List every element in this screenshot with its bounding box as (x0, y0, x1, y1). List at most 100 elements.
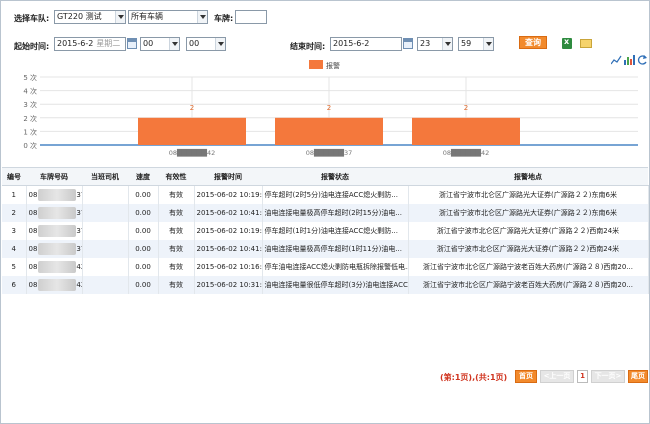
plate-redaction (38, 278, 77, 291)
alarm-time-cell: 2015-06-02 10:41:14 (194, 239, 263, 258)
speed-cell: 0.00 (128, 185, 159, 204)
last-page-button[interactable]: 尾页 (628, 370, 648, 383)
validity-cell: 有效 (158, 203, 195, 222)
table-row[interactable]: 208 37 0.00有效2015-06-02 10:41:14油电连接电量极高停车… (2, 203, 649, 222)
alarm-status-cell: 油电连接电量极高停车超时(2时15分)油电... (262, 203, 409, 222)
start-time-label: 起始时间: (14, 42, 50, 51)
chart-bars (138, 117, 520, 145)
y-tick-label: 3 次 (23, 100, 37, 109)
plate-prefix: 08 (28, 244, 38, 253)
speed-cell: 0.00 (128, 203, 159, 222)
current-page[interactable]: 1 (577, 370, 588, 383)
column-header[interactable]: 编号 (2, 167, 26, 186)
plate-prefix: 08 (28, 190, 38, 199)
plate-prefix: 08 (28, 226, 38, 235)
start-minute-value: 00 (189, 39, 200, 48)
fleet-select[interactable]: GT220 测试 (54, 10, 126, 24)
table-body: 108370.00有效2015-06-02 10:19:07停车超时(2时5分)… (2, 185, 649, 294)
alarm-table: 编号车牌号码当班司机速度有效性报警时间报警状态报警地点 108370.00有效2… (2, 167, 649, 294)
alarm-status-cell: 停车超时(1时1分)油电连接ACC熄火剿防... (262, 221, 409, 240)
plate-cell: 08 37 (26, 239, 83, 258)
query-button[interactable]: 查询 (519, 36, 547, 49)
plate-suffix: 37 (76, 190, 81, 199)
alarm-time-cell: 2015-06-02 10:16:57 (194, 257, 263, 276)
speed-cell: 0.00 (128, 257, 159, 276)
calendar-icon[interactable] (403, 38, 413, 49)
plate-redaction (38, 224, 77, 237)
alarm-bar-chart: 0 次1 次2 次3 次4 次5 次 222 08██████42 08█████… (23, 60, 638, 157)
start-weekday: 星期二 (96, 39, 121, 48)
alarm-location-cell: 浙江省宁波市北仑区广源路光大证券(广源路２２)西南24米 (408, 221, 649, 240)
plate-suffix: 37 (76, 208, 81, 217)
alarm-location-cell: 浙江省宁波市北仑区广源路光大证券(广源路２２)西南24米 (408, 239, 649, 258)
bar-data-label: 2 (190, 104, 194, 112)
fleet-select-value: GT220 测试 (57, 12, 102, 21)
validity-cell: 有效 (158, 275, 195, 294)
plate-cell: 08 42 (26, 257, 83, 276)
first-page-button[interactable]: 首页 (515, 370, 537, 383)
table-row[interactable]: 608 42 0.00有效2015-06-02 10:31:11油电连接电量很低停车… (2, 275, 649, 294)
start-date-input[interactable]: 2015-6-2 星期二 (54, 37, 126, 51)
end-hour-value: 23 (420, 39, 431, 48)
row-number: 3 (2, 221, 27, 240)
start-date-value: 2015-6-2 (57, 39, 94, 48)
table-row[interactable]: 108 37 0.00有效2015-06-02 10:19:07停车超时(2时5分)… (2, 185, 649, 204)
column-header[interactable]: 报警时间 (194, 167, 262, 186)
start-minute-select[interactable]: 00 (186, 37, 226, 51)
plate-input[interactable] (235, 10, 267, 24)
chart-data-labels: 2 2 2 (190, 104, 468, 112)
end-hour-select[interactable]: 23 (417, 37, 453, 51)
column-header[interactable]: 当班司机 (82, 167, 128, 186)
row-number: 2 (2, 203, 27, 222)
column-header[interactable]: 有效性 (158, 167, 194, 186)
speed-cell: 0.00 (128, 239, 159, 258)
validity-cell: 有效 (158, 239, 195, 258)
plate-suffix: 37 (76, 244, 81, 253)
alarm-time-cell: 2015-06-02 10:31:11 (194, 275, 263, 294)
plate-prefix: 08 (28, 280, 38, 289)
column-header[interactable]: 报警状态 (262, 167, 408, 186)
x-tick-label: 08██████42 (169, 148, 216, 157)
chevron-down-icon (215, 38, 225, 50)
validity-cell: 有效 (158, 185, 195, 204)
y-axis-ticks: 0 次 1 次 2 次 3 次 4 次 5 次 (23, 73, 37, 150)
column-header[interactable]: 车牌号码 (26, 167, 82, 186)
table-row[interactable]: 508 42 0.00有效2015-06-02 10:16:57停车油电连接ACC熄… (2, 257, 649, 276)
validity-cell: 有效 (158, 257, 195, 276)
column-header[interactable]: 报警地点 (408, 167, 648, 186)
table-row[interactable]: 408 37 0.00有效2015-06-02 10:41:14油电连接电量极高停车… (2, 239, 649, 258)
prev-page-button[interactable]: <上一页 (540, 370, 574, 383)
calendar-icon[interactable] (127, 38, 137, 49)
plate-suffix: 42 (76, 262, 81, 271)
column-header[interactable]: 速度 (128, 167, 158, 186)
driver-cell (82, 257, 129, 276)
y-tick-label: 1 次 (23, 127, 37, 136)
chart-bar (138, 117, 246, 145)
end-date-input[interactable]: 2015-6-2 (330, 37, 402, 51)
plate-prefix: 08 (28, 208, 38, 217)
pager-summary: (第:1页),(共:1页) (440, 373, 508, 382)
speed-cell: 0.00 (128, 221, 159, 240)
plate-redaction (38, 260, 77, 273)
mail-icon[interactable] (580, 39, 592, 48)
table-row[interactable]: 308 37 0.00有效2015-06-02 10:19:06停车超时(1时1分)… (2, 221, 649, 240)
alarm-location-cell: 浙江省宁波市北仑区广源路光大证券(广源路２２)东南6米 (408, 203, 649, 222)
plate-redaction (38, 242, 77, 255)
y-tick-label: 4 次 (23, 87, 37, 96)
plate-suffix: 37 (76, 226, 81, 235)
excel-export-icon[interactable] (562, 37, 572, 49)
x-axis-ticks: 08██████42 08██████37 08██████42 (169, 148, 490, 157)
alarm-status-cell: 停车超时(2时5分)油电连接ACC熄火剿防... (262, 185, 409, 204)
alarm-location-cell: 浙江省宁波市北仑区广源路宁波老百姓大药房(广源路２８)西南20... (408, 275, 649, 294)
alarm-status-cell: 停车油电连接ACC熄火剿防电瓶拆除报警低电... (262, 257, 409, 276)
chevron-down-icon (115, 11, 125, 23)
start-hour-select[interactable]: 00 (140, 37, 180, 51)
next-page-button[interactable]: 下一页> (591, 370, 625, 383)
legend-swatch (309, 60, 323, 69)
alarm-time-cell: 2015-06-02 10:19:06 (194, 221, 263, 240)
end-time-label: 结束时间: (290, 42, 326, 51)
y-tick-label: 0 次 (23, 141, 37, 150)
vehicle-select[interactable]: 所有车辆 (128, 10, 208, 24)
end-minute-select[interactable]: 59 (458, 37, 494, 51)
chart-bar (412, 117, 520, 145)
